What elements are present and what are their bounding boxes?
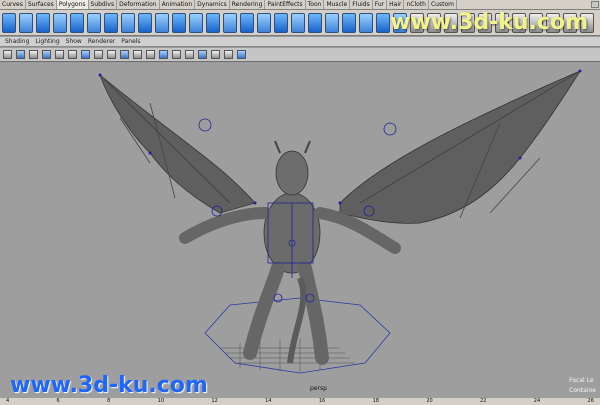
soccer-ball-icon[interactable] (172, 12, 186, 33)
isolate-select-icon[interactable] (237, 50, 246, 59)
timeline-tick: 6 (56, 398, 60, 404)
timeline-tick: 8 (107, 398, 111, 404)
timeline-tick: 4 (6, 398, 10, 404)
menu-renderer[interactable]: Renderer (88, 37, 115, 46)
timeline-tick: 24 (533, 398, 541, 404)
image-plane-icon[interactable] (42, 50, 51, 59)
heads-up-display: Focal Le Containe (569, 376, 596, 396)
xray-icon[interactable] (185, 50, 194, 59)
shelf-tab-subdivs[interactable]: Subdivs (89, 0, 118, 9)
shadows-icon[interactable] (224, 50, 233, 59)
container-label: Containe (569, 387, 596, 394)
menu-show[interactable]: Show (66, 37, 82, 46)
focal-length-label: Focal Le (569, 377, 594, 384)
shelf-tab-fluids[interactable]: Fluids (350, 0, 373, 9)
smooth-icon[interactable] (308, 12, 322, 33)
timeline-tick: 14 (265, 398, 272, 404)
sphere-icon[interactable] (2, 12, 16, 33)
safe-action-icon[interactable] (120, 50, 129, 59)
timeline-tick: 10 (157, 398, 165, 404)
shelf-tab-toon[interactable]: Toon (306, 0, 325, 9)
combine-icon[interactable] (189, 12, 203, 33)
timeline-tick: 16 (318, 398, 326, 404)
reduce-icon[interactable] (325, 12, 339, 33)
field-chart-icon[interactable] (107, 50, 116, 59)
menu-lighting[interactable]: Lighting (35, 37, 59, 46)
left-arm (179, 207, 271, 244)
boolean-difference-icon[interactable] (257, 12, 271, 33)
shelf-tabs: Curves Surfaces Polygons Subdivs Deforma… (0, 0, 600, 10)
shelf-tab-dynamics[interactable]: Dynamics (195, 0, 230, 9)
select-camera-icon[interactable] (3, 50, 12, 59)
shelf-tab-ncloth[interactable]: nCloth (404, 0, 429, 9)
bookmark-icon[interactable] (29, 50, 38, 59)
close-icon[interactable] (591, 1, 599, 8)
cube-icon[interactable] (19, 12, 33, 33)
triangulate-icon[interactable] (359, 12, 373, 33)
cleanup-icon[interactable] (342, 12, 356, 33)
panel-menu-bar: Shading Lighting Show Renderer Panels (0, 37, 600, 47)
wireframe-on-shaded-icon[interactable] (172, 50, 181, 59)
helix-icon[interactable] (155, 12, 169, 33)
cylinder-icon[interactable] (36, 12, 50, 33)
wireframe-icon[interactable] (146, 50, 155, 59)
boolean-intersection-icon[interactable] (274, 12, 288, 33)
time-slider[interactable]: 4 6 8 10 12 14 16 18 20 22 24 26 (0, 398, 600, 405)
camera-attributes-icon[interactable] (16, 50, 25, 59)
right-leg (298, 261, 329, 365)
film-gate-icon[interactable] (68, 50, 77, 59)
torus-icon[interactable] (87, 12, 101, 33)
separate-icon[interactable] (206, 12, 220, 33)
safe-title-icon[interactable] (133, 50, 142, 59)
shelf-tab-custom[interactable]: Custom (429, 0, 457, 9)
shelf-tab-curves[interactable]: Curves (0, 0, 26, 9)
left-wing (99, 73, 256, 214)
use-all-lights-icon[interactable] (211, 50, 220, 59)
shelf-tab-muscle[interactable]: Muscle (324, 0, 351, 9)
pyramid-icon[interactable] (121, 12, 135, 33)
shelf-tab-polygons[interactable]: Polygons (56, 0, 89, 9)
shelf-tab-animation[interactable]: Animation (160, 0, 196, 9)
shelf-tab-surfaces[interactable]: Surfaces (26, 0, 57, 9)
menu-panels[interactable]: Panels (121, 37, 140, 46)
left-leg (243, 261, 285, 360)
mirror-icon[interactable] (291, 12, 305, 33)
head (275, 150, 309, 196)
shelf-tab-painteffects[interactable]: PaintEffects (265, 0, 306, 9)
timeline-tick: 22 (480, 398, 487, 404)
menu-shading[interactable]: Shading (5, 37, 29, 46)
panel-toolbar (0, 48, 600, 62)
textured-icon[interactable] (198, 50, 207, 59)
plane-icon[interactable] (70, 12, 84, 33)
timeline-tick: 20 (426, 398, 433, 404)
grid-icon[interactable] (55, 50, 64, 59)
boolean-union-icon[interactable] (240, 12, 254, 33)
resolution-gate-icon[interactable] (81, 50, 90, 59)
tail (287, 276, 307, 364)
timeline-tick: 18 (372, 398, 379, 404)
watermark-top: www.3d-ku.com (390, 10, 588, 35)
extract-icon[interactable] (223, 12, 237, 33)
shelf-tab-deformation[interactable]: Deformation (117, 0, 160, 9)
shelf-tab-hair[interactable]: Hair (387, 0, 405, 9)
dragon-model (98, 69, 582, 374)
pipe-icon[interactable] (138, 12, 152, 33)
prism-icon[interactable] (104, 12, 118, 33)
perspective-viewport[interactable]: persp Focal Le Containe (0, 63, 600, 398)
timeline-tick: 12 (211, 398, 218, 404)
gate-mask-icon[interactable] (94, 50, 103, 59)
right-wing (339, 70, 582, 224)
timeline-tick: 26 (587, 398, 594, 404)
quadrangulate-icon[interactable] (376, 12, 390, 33)
ground-grid (220, 338, 355, 372)
camera-label: persp (310, 385, 327, 392)
shelf-tab-fur[interactable]: Fur (373, 0, 388, 9)
smooth-shade-icon[interactable] (159, 50, 168, 59)
watermark-bottom: www.3d-ku.com (10, 373, 208, 398)
cone-icon[interactable] (53, 12, 67, 33)
shelf-tab-rendering[interactable]: Rendering (230, 0, 266, 9)
